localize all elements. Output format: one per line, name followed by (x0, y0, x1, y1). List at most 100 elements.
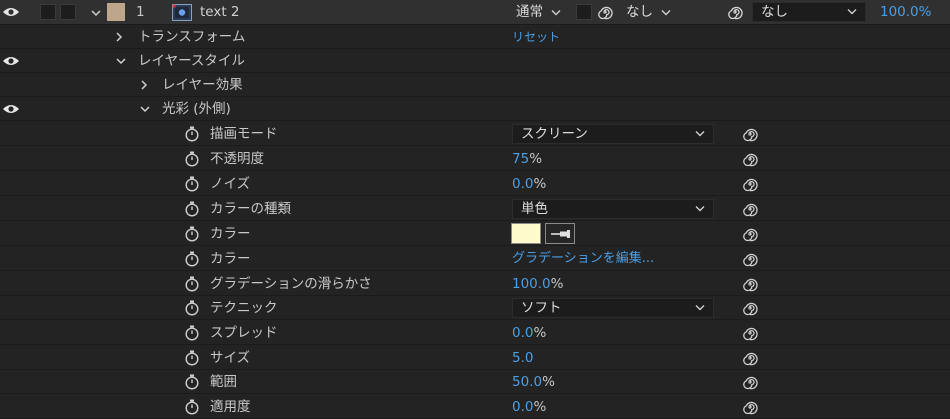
gradient-smoothness-label: グラデーションの滑らかさ (210, 276, 372, 292)
spiral-icon[interactable] (742, 251, 758, 267)
chevron-down-icon (695, 206, 705, 212)
spiral-icon[interactable] (742, 399, 758, 415)
opacity-unit: % (529, 151, 543, 167)
eye-icon[interactable] (2, 102, 20, 116)
text-layer-icon (172, 4, 192, 21)
layer-styles-label: レイヤースタイル (138, 53, 245, 69)
property-row-gradient-smoothness[interactable]: グラデーションの滑らかさ 100.0% (0, 272, 950, 296)
spiral-icon[interactable] (742, 126, 758, 142)
spiral-icon[interactable] (742, 151, 758, 167)
chevron-down-icon (695, 305, 705, 311)
property-row-size[interactable]: サイズ 5.0 (0, 346, 950, 370)
property-row-color[interactable]: カラー (0, 222, 950, 246)
stopwatch-icon[interactable] (184, 126, 200, 142)
opacity-value[interactable]: 75 (512, 151, 529, 167)
stopwatch-icon[interactable] (184, 350, 200, 366)
technique-label: テクニック (210, 300, 278, 316)
layer-effects-label: レイヤー効果 (162, 77, 243, 93)
outer-glow-row[interactable]: 光彩 (外側) (0, 97, 950, 121)
stopwatch-icon[interactable] (184, 151, 200, 167)
property-row-blend-mode[interactable]: 描画モード スクリーン (0, 122, 950, 146)
property-row-opacity[interactable]: 不透明度 75% (0, 147, 950, 171)
chevron-down-icon[interactable] (551, 9, 561, 17)
noise-value[interactable]: 0.0 (512, 176, 533, 192)
property-row-range[interactable]: 範囲 50.0% (0, 370, 950, 394)
parent-value: なし (761, 4, 788, 20)
stopwatch-icon[interactable] (184, 251, 200, 267)
color-type-dropdown-value: 単色 (521, 201, 548, 217)
chevron-down-icon[interactable] (139, 103, 151, 115)
property-row-gradient[interactable]: カラー グラデーションを編集... (0, 247, 950, 271)
property-row-spread[interactable]: スプレッド 0.0% (0, 321, 950, 345)
property-row-color-type[interactable]: カラーの種類 単色 (0, 197, 950, 221)
chevron-down-icon (695, 131, 705, 137)
layer-number: 1 (136, 4, 145, 20)
spiral-icon[interactable] (597, 4, 613, 20)
size-label: サイズ (210, 350, 251, 366)
pickwhip-icon[interactable] (727, 4, 743, 20)
jitter-label: 適用度 (210, 399, 251, 415)
stopwatch-icon[interactable] (184, 325, 200, 341)
eyedropper-button[interactable] (545, 223, 575, 244)
layer-styles-row[interactable]: レイヤースタイル (0, 49, 950, 73)
track-matte-value[interactable]: なし (626, 0, 653, 24)
spiral-icon[interactable] (742, 374, 758, 390)
jitter-value[interactable]: 0.0 (512, 399, 533, 415)
jitter-value-group: 0.0% (512, 395, 546, 419)
eye-icon[interactable] (2, 54, 20, 68)
spiral-icon[interactable] (742, 176, 758, 192)
spread-value-group: 0.0% (512, 321, 546, 345)
chevron-down-icon[interactable] (661, 9, 671, 17)
preserve-transparency-toggle[interactable] (576, 4, 592, 20)
size-value[interactable]: 5.0 (512, 346, 533, 370)
range-value[interactable]: 50.0 (512, 374, 542, 390)
chevron-right-icon[interactable] (138, 79, 150, 91)
noise-value-group: 0.0% (512, 172, 546, 196)
blend-mode-label: 描画モード (210, 126, 278, 142)
edit-gradient-link[interactable]: グラデーションを編集... (512, 247, 654, 271)
spiral-icon[interactable] (742, 300, 758, 316)
color-swatch[interactable] (511, 223, 541, 244)
reset-link[interactable]: リセット (512, 25, 560, 49)
spiral-icon[interactable] (742, 201, 758, 217)
layer-effects-row[interactable]: レイヤー効果 (0, 73, 950, 97)
blend-mode-dropdown-value: スクリーン (521, 126, 588, 142)
eye-icon[interactable] (2, 5, 20, 19)
label-color-swatch[interactable] (107, 3, 125, 21)
blend-mode-dropdown[interactable]: スクリーン (512, 124, 714, 144)
chevron-down-icon (847, 9, 857, 15)
chevron-down-icon[interactable] (90, 7, 102, 19)
spiral-icon[interactable] (742, 325, 758, 341)
stopwatch-icon[interactable] (184, 399, 200, 415)
stopwatch-icon[interactable] (184, 226, 200, 242)
technique-dropdown-value: ソフト (521, 300, 562, 316)
layer-row[interactable]: 1 text 2 通常 なし なし 100.0% (0, 0, 950, 25)
transform-row[interactable]: トランスフォーム リセット (0, 25, 950, 49)
spiral-icon[interactable] (742, 276, 758, 292)
stopwatch-icon[interactable] (184, 374, 200, 390)
spread-value[interactable]: 0.0 (512, 325, 533, 341)
blend-mode-value[interactable]: 通常 (516, 0, 543, 24)
gradient-smoothness-value[interactable]: 100.0 (512, 276, 551, 292)
lock-toggle[interactable] (60, 4, 76, 20)
range-unit: % (542, 374, 555, 390)
property-row-technique[interactable]: テクニック ソフト (0, 296, 950, 320)
noise-unit: % (533, 176, 547, 192)
color-type-dropdown[interactable]: 単色 (512, 199, 714, 219)
property-row-jitter[interactable]: 適用度 0.0% (0, 395, 950, 419)
stopwatch-icon[interactable] (184, 176, 200, 192)
layer-name[interactable]: text 2 (200, 0, 240, 24)
chevron-right-icon[interactable] (113, 31, 125, 43)
jitter-unit: % (533, 399, 547, 415)
solo-toggle[interactable] (40, 4, 56, 20)
stopwatch-icon[interactable] (184, 276, 200, 292)
layer-opacity-value[interactable]: 100.0% (880, 0, 931, 24)
chevron-down-icon[interactable] (115, 55, 127, 67)
property-row-noise[interactable]: ノイズ 0.0% (0, 172, 950, 196)
parent-dropdown[interactable]: なし (752, 2, 866, 22)
stopwatch-icon[interactable] (184, 300, 200, 316)
stopwatch-icon[interactable] (184, 201, 200, 217)
spiral-icon[interactable] (742, 350, 758, 366)
technique-dropdown[interactable]: ソフト (512, 298, 714, 318)
spiral-icon[interactable] (742, 226, 758, 242)
